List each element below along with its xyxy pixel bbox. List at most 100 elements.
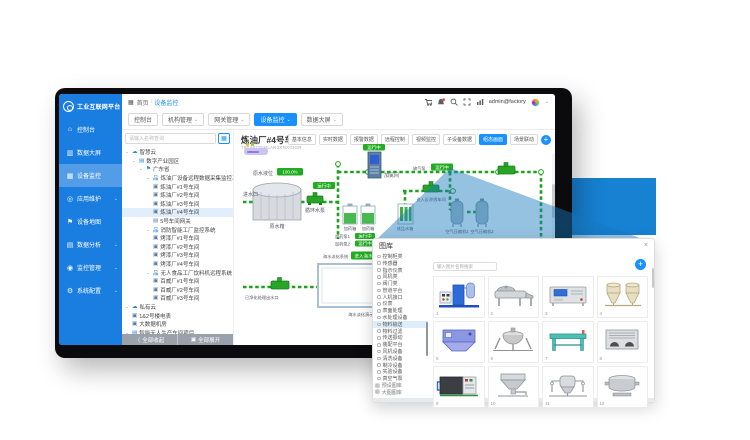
nav-tab-4[interactable]: 设备监控⌄ xyxy=(254,113,296,126)
gallery-item-7[interactable]: 7 xyxy=(542,321,594,363)
gallery-item-11[interactable]: 11 xyxy=(542,366,594,408)
chevron-down-icon: ⌄ xyxy=(333,117,337,123)
tree-node-2[interactable]: ⌄▤数字产业园区 xyxy=(122,157,233,166)
sidebar-item-5[interactable]: ⚑设备地图 xyxy=(59,210,122,233)
tree-node-4[interactable]: ⌄品炼油厂设备远程数据采集监控系统 xyxy=(122,174,233,183)
nav-tab-5[interactable]: 数据大屏⌄ xyxy=(301,113,343,126)
tree-node-label: 烤漆厂#2号车间 xyxy=(160,243,199,251)
collapse-all-button[interactable]: 〈全部收起 xyxy=(122,334,178,345)
chlorination-unit[interactable] xyxy=(368,152,381,178)
tree-node-21[interactable]: ▣大数据机房 xyxy=(122,320,233,329)
dosing-tank-1[interactable] xyxy=(343,204,357,225)
tree-search-input[interactable] xyxy=(125,133,216,144)
sidebar-item-6[interactable]: ▤数据分析⌄ xyxy=(59,233,122,256)
gallery-item-number: 10 xyxy=(491,401,496,406)
dev-icon: ▣ xyxy=(153,184,158,190)
breadcrumb-home[interactable]: 首页 xyxy=(137,98,149,107)
tree-node-16[interactable]: ▣百威厂#1号车间 xyxy=(122,277,233,286)
sidebar-item-4[interactable]: ◎应用维护⌄ xyxy=(59,187,122,210)
level-label: 原水液位 xyxy=(253,170,273,177)
tree-node-20[interactable]: ▣1&2号楼电表 xyxy=(122,311,233,320)
bell-icon[interactable] xyxy=(437,98,445,106)
gallery-search-input[interactable] xyxy=(433,262,497,271)
gallery-category-3[interactable]: 指示仪表 xyxy=(373,267,428,274)
tree-node-1[interactable]: ⌄☁智慧云 xyxy=(122,148,233,157)
tree-node-3[interactable]: ⌄⚑广东省 xyxy=(122,165,233,174)
tree-node-13[interactable]: ▣烤漆厂#3号车间 xyxy=(122,251,233,260)
user-avatar[interactable] xyxy=(531,98,540,107)
gallery-category-7[interactable]: 人机接口 xyxy=(373,294,428,301)
fullscreen-icon[interactable] xyxy=(463,98,471,106)
tree-search-row: ▦ xyxy=(125,133,230,144)
tree-node-9[interactable]: ▤5号车间网关 xyxy=(122,217,233,226)
outlet-pump[interactable] xyxy=(271,278,289,290)
expand-all-button[interactable]: ▣全部展开 xyxy=(178,334,233,345)
tree-node-14[interactable]: ▣烤漆厂#4号车间 xyxy=(122,260,233,269)
sidebar-item-2[interactable]: ▥数据大屏 xyxy=(59,141,122,164)
tree-view-toggle-button[interactable]: ▦ xyxy=(218,133,230,144)
tree-footer: 〈全部收起 ▣全部展开 xyxy=(122,334,233,345)
gallery-category-1[interactable]: 控制柜类 xyxy=(373,253,428,260)
gallery-link-2[interactable]: ▧大图图库 xyxy=(373,389,428,396)
tree-node-17[interactable]: ▣百威厂#2号车间 xyxy=(122,286,233,295)
raw-tank-label: 原水箱 xyxy=(269,223,284,230)
collapse-icon: 〈 xyxy=(135,336,141,344)
gallery-item-6[interactable]: 6 xyxy=(488,321,540,363)
sidebar: 工业互联网平台 ⌂控制台▥数据大屏▦设备监控◎应用维护⌄⚑设备地图▤数据分析⌄◉… xyxy=(59,94,122,345)
gallery-item-8[interactable]: 8 xyxy=(597,321,649,363)
sidebar-item-1[interactable]: ⌂控制台 xyxy=(59,118,122,141)
tree-node-10[interactable]: ⌄品消防智能工厂监控系统 xyxy=(122,225,233,234)
sys-icon: 品 xyxy=(153,174,159,182)
sidebar-item-3[interactable]: ▦设备监控 xyxy=(59,164,122,187)
tree-node-11[interactable]: ▣烤漆厂#1号车间 xyxy=(122,234,233,243)
close-icon[interactable]: × xyxy=(644,242,648,249)
user-menu-caret-icon[interactable]: ⌄ xyxy=(545,99,549,105)
sidebar-item-7[interactable]: ◉监控管理⌄ xyxy=(59,256,122,279)
raw-water-tank[interactable] xyxy=(253,183,301,220)
gas-pump[interactable] xyxy=(498,163,515,175)
circulation-pump[interactable] xyxy=(307,193,323,206)
gallery-item-2[interactable]: 2 xyxy=(488,276,540,318)
gallery-item-1[interactable]: 1 xyxy=(433,276,485,318)
breadcrumb-separator: / xyxy=(151,99,153,105)
vent-image xyxy=(599,325,645,360)
gallery-item-number: 8 xyxy=(600,356,603,361)
gallery-item-9[interactable]: 9 xyxy=(433,366,485,408)
gallery-category-4[interactable]: 风机类 xyxy=(373,273,428,280)
sidebar-item-8[interactable]: ⚙系统配置⌄ xyxy=(59,279,122,302)
gallery-item-4[interactable]: 4 xyxy=(597,276,649,318)
chevron-down-icon: ⌄ xyxy=(139,166,144,172)
nav-tab-3[interactable]: 网关管理⌄ xyxy=(208,113,250,126)
radio-icon xyxy=(377,357,381,361)
tree-node-18[interactable]: ▣百威厂#3号车间 xyxy=(122,294,233,303)
add-image-button[interactable]: + xyxy=(635,259,646,270)
nav-tab-2[interactable]: 机构管理⌄ xyxy=(162,113,204,126)
gear-icon: ⚙ xyxy=(66,287,74,295)
tree-node-5[interactable]: ▣炼油厂#1号车间 xyxy=(122,182,233,191)
gallery-item-3[interactable]: 3 xyxy=(542,276,594,318)
dev-icon: ▣ xyxy=(153,201,158,207)
gallery-grid: 123456789101112 xyxy=(433,276,648,408)
dosing-tank-2[interactable] xyxy=(361,204,375,225)
chevron-down-icon: ⌄ xyxy=(114,288,118,294)
gallery-item-12[interactable]: 12 xyxy=(597,366,649,408)
nav-tab-1[interactable]: 控制台 xyxy=(128,113,158,126)
tree-node-8[interactable]: ▣炼油厂#4号车间 xyxy=(122,208,233,217)
gallery-item-number: 1 xyxy=(436,311,439,316)
tree-node-7[interactable]: ▣炼油厂#3号车间 xyxy=(122,200,233,209)
gallery-item-5[interactable]: 5 xyxy=(433,321,485,363)
search-icon[interactable] xyxy=(450,98,458,106)
gallery-link-label: 大图图库 xyxy=(382,389,402,396)
screen-icon: ▥ xyxy=(66,149,74,157)
tree-node-19[interactable]: ⌄☁私有云 xyxy=(122,303,233,312)
canvas-help-button[interactable]: + xyxy=(541,135,551,145)
stats-icon[interactable] xyxy=(476,98,484,106)
tree-node-15[interactable]: ⌄品无人食品工厂饮料机远程系统 xyxy=(122,268,233,277)
gallery-grid-scrollbar[interactable] xyxy=(652,268,655,288)
tree-node-6[interactable]: ▣炼油厂#2号车间 xyxy=(122,191,233,200)
funnel-image xyxy=(490,370,536,405)
topbar: ▦ 首页 / 设备监控 admin@factory ⌄ xyxy=(122,94,555,110)
tree-node-12[interactable]: ▣烤漆厂#2号车间 xyxy=(122,243,233,252)
cart-icon[interactable] xyxy=(424,98,432,106)
gallery-item-10[interactable]: 10 xyxy=(488,366,540,408)
